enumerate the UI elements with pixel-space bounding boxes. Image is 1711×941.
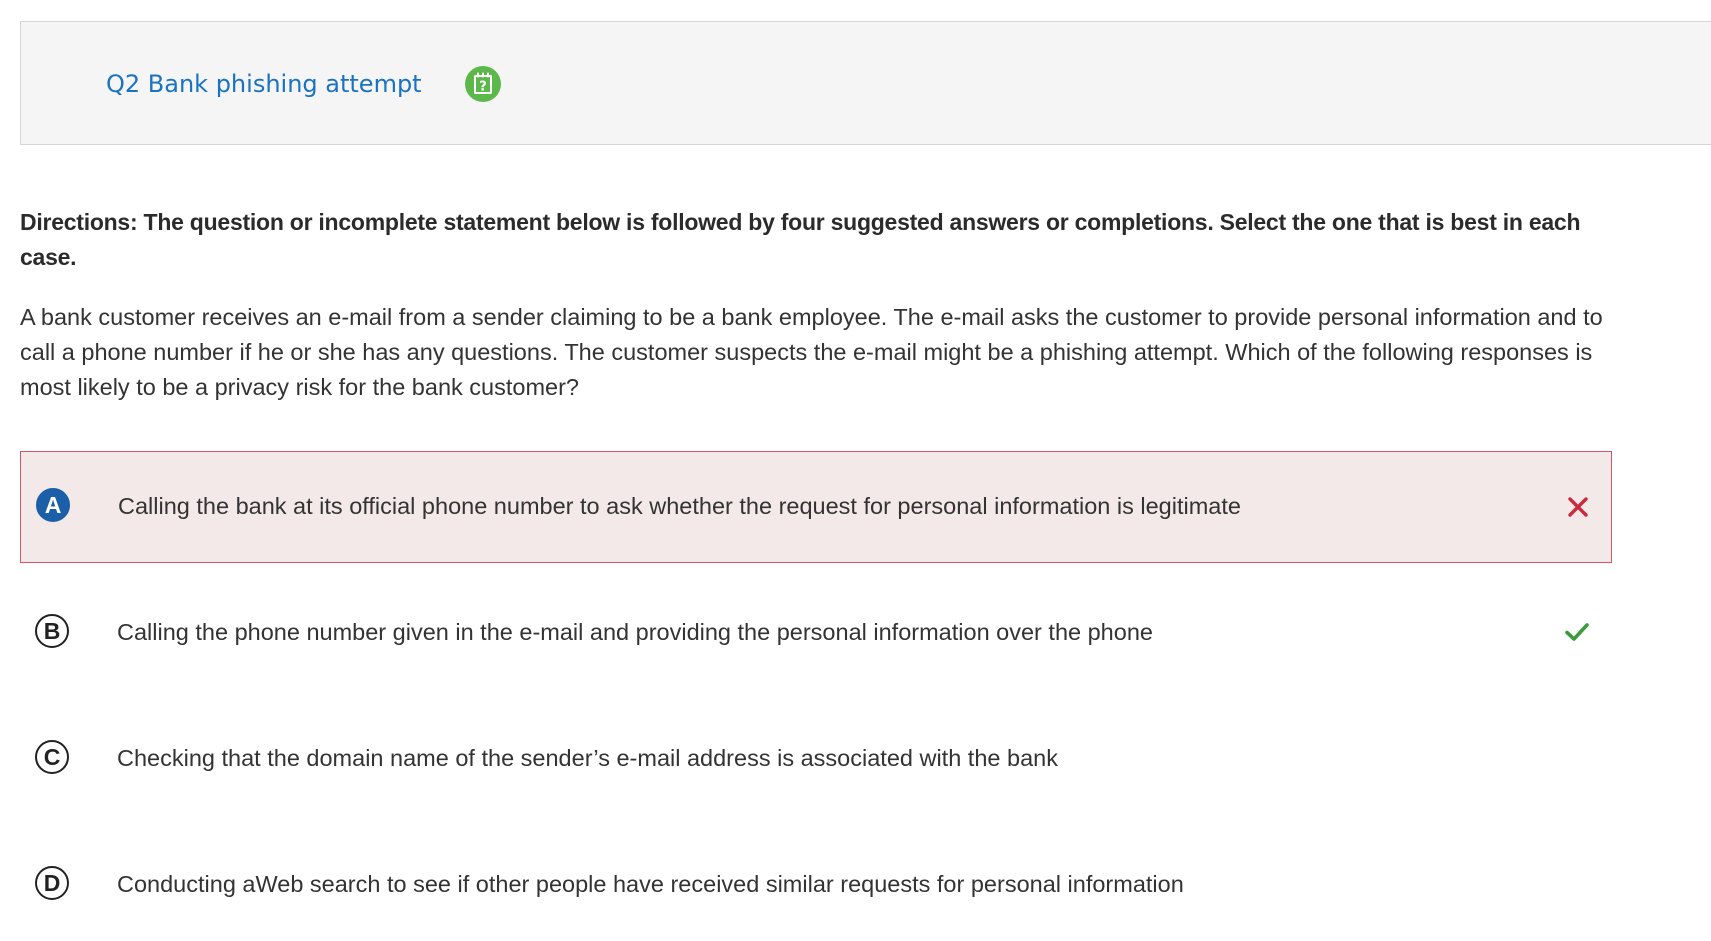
option-c-letter: C bbox=[35, 740, 69, 774]
question-title: Q2 Bank phishing attempt bbox=[106, 70, 422, 98]
option-d-letter: D bbox=[35, 866, 69, 900]
option-a-text: Calling the bank at its official phone n… bbox=[118, 493, 1241, 519]
correct-checkmark-icon bbox=[1565, 623, 1589, 641]
option-b-letter: B bbox=[35, 614, 69, 648]
question-stem: A bank customer receives an e-mail from … bbox=[20, 304, 1603, 400]
option-b[interactable]: B Calling the phone number given in the … bbox=[20, 577, 1612, 689]
directions-text: Directions: The question or incomplete s… bbox=[20, 209, 1581, 270]
option-c-text: Checking that the domain name of the sen… bbox=[117, 745, 1058, 771]
option-a[interactable]: A Calling the bank at its official phone… bbox=[20, 451, 1612, 563]
option-d-text: Conducting aWeb search to see if other p… bbox=[117, 871, 1184, 897]
question-header: Q2 Bank phishing attempt ? bbox=[20, 21, 1711, 145]
help-notepad-icon[interactable]: ? bbox=[465, 66, 501, 102]
option-d[interactable]: D Conducting aWeb search to see if other… bbox=[20, 829, 1612, 941]
help-notepad-icon-glyph: ? bbox=[474, 72, 492, 95]
svg-text:?: ? bbox=[479, 80, 487, 95]
incorrect-x-icon bbox=[1568, 497, 1588, 517]
option-b-text: Calling the phone number given in the e-… bbox=[117, 619, 1153, 645]
option-c[interactable]: C Checking that the domain name of the s… bbox=[20, 703, 1612, 815]
option-a-letter: A bbox=[36, 488, 70, 522]
